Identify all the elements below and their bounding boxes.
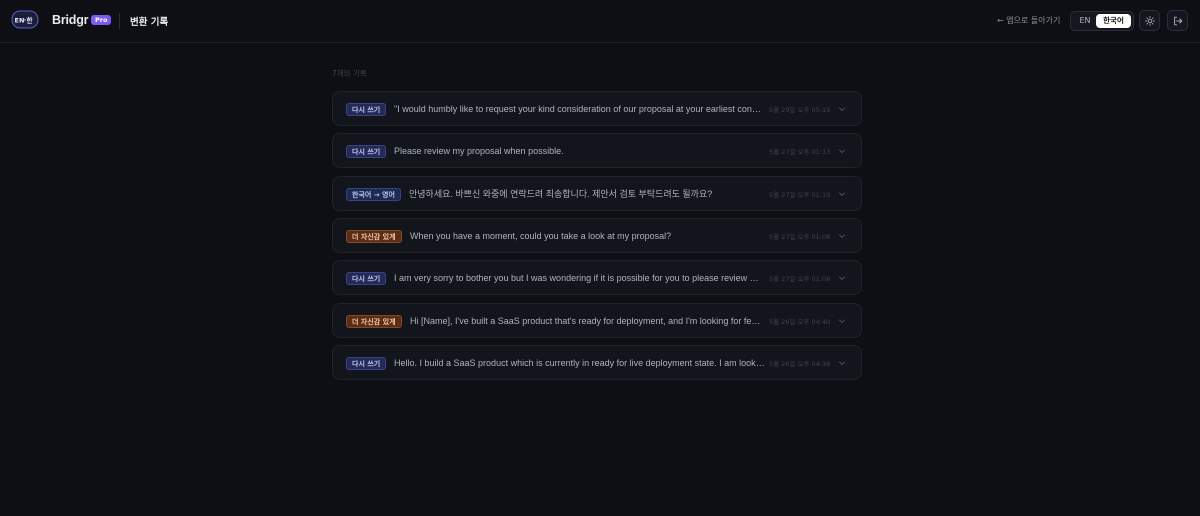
history-item-text: "I would humbly like to request your kin…	[394, 104, 765, 114]
chevron-down-icon[interactable]	[838, 147, 846, 155]
history-item-time: 5월 29일 오후 05:15	[769, 106, 831, 114]
brand-name[interactable]: Bridgr	[52, 13, 89, 27]
history-item-text: When you have a moment, could you take a…	[410, 230, 672, 241]
mode-tag: 한국어 → 영어	[346, 187, 401, 201]
sun-icon	[1144, 15, 1155, 26]
history-item[interactable]: 더 자신감 있게 When you have a moment, could yo…	[332, 217, 862, 253]
history-item-time: 5월 26일 오후 04:40	[769, 317, 831, 326]
history-item[interactable]: 더 자신감 있게 Hi [Name], I've built a SaaS pro…	[332, 302, 862, 338]
history-item[interactable]: 한국어 → 영어 안녕하세요. 바쁘신 와중에 연락드려 죄송합니다. 제안서 검…	[332, 175, 862, 211]
history-item-time: 5월 27일 오후 01:08	[769, 275, 831, 284]
history-item-text: 안녕하세요. 바쁘신 와중에 연락드려 죄송합니다. 제안서 검토 부탁드려도 …	[409, 188, 713, 199]
history-item[interactable]: 다시 쓰기 I am very sorry to bother you but I…	[332, 260, 862, 296]
mode-tag: 더 자신감 있게	[346, 314, 402, 328]
history-item-text: Hi [Name], I've built a SaaS product tha…	[410, 315, 765, 326]
history-item-time: 5월 27일 오후 01:10	[769, 190, 831, 199]
history-item-text: Please review my proposal when possible.	[394, 146, 564, 157]
chevron-down-icon[interactable]	[838, 359, 846, 367]
back-to-app-link[interactable]: ← 앱으로 돌아가기	[997, 15, 1060, 26]
chevron-down-icon[interactable]	[838, 232, 846, 240]
history-item-time: 5월 26일 오후 04:38	[769, 359, 831, 368]
lang-ko-button[interactable]: 한국어	[1096, 14, 1131, 28]
history-count: 7개의 기록	[332, 69, 367, 78]
logo-icon[interactable]: EN 한	[11, 8, 39, 32]
mode-tag: 다시 쓰기	[346, 145, 387, 159]
page-title: 변환 기록	[130, 17, 169, 28]
chevron-down-icon[interactable]	[838, 190, 846, 198]
svg-text:EN: EN	[15, 17, 25, 25]
history-item[interactable]: 다시 쓰기 "I would humbly like to request you…	[332, 91, 862, 126]
chevron-down-icon[interactable]	[838, 317, 846, 325]
mode-tag: 다시 쓰기	[346, 103, 387, 116]
chevron-down-icon[interactable]	[838, 274, 846, 282]
history-item[interactable]: 다시 쓰기 Please review my proposal when poss…	[332, 133, 862, 169]
mode-tag: 더 자신감 있게	[346, 229, 402, 243]
logout-icon	[1173, 16, 1182, 25]
logout-button[interactable]	[1167, 10, 1188, 31]
chevron-down-icon[interactable]	[838, 105, 846, 113]
mode-tag: 다시 쓰기	[346, 272, 387, 286]
history-item-time: 5월 27일 오후 01:13	[769, 148, 831, 157]
language-toggle: EN 한국어	[1070, 11, 1134, 31]
lang-en-button[interactable]: EN	[1075, 14, 1095, 28]
history-item-text: I am very sorry to bother you but I was …	[394, 273, 765, 284]
mode-tag: 다시 쓰기	[346, 356, 387, 370]
pro-badge: Pro	[91, 15, 112, 25]
history-item[interactable]: 다시 쓰기 Hello. I build a SaaS product which…	[332, 344, 862, 380]
header-divider	[119, 13, 120, 29]
history-item-text: Hello. I build a SaaS product which is c…	[394, 357, 765, 368]
history-item-time: 5월 27일 오후 01:08	[769, 232, 831, 241]
top-bar: EN 한 Bridgr Pro 변환 기록 ← 앱으로 돌아가기 EN 한국어	[0, 0, 1200, 43]
svg-text:한: 한	[27, 16, 33, 25]
theme-toggle-button[interactable]	[1139, 10, 1160, 31]
